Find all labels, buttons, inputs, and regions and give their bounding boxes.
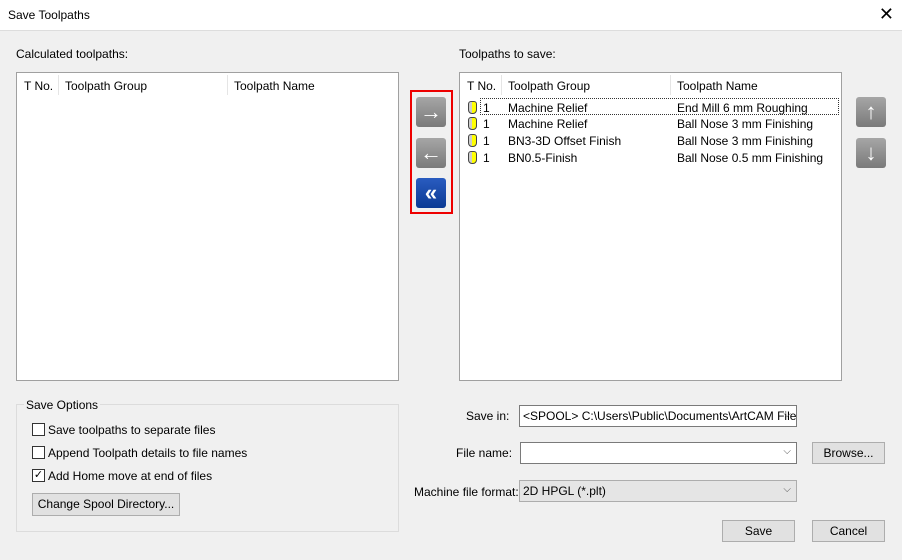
remove-arrow-icon[interactable]: ← xyxy=(416,138,446,168)
table-row[interactable]: 1 Machine Relief Ball Nose 3 mm Finishin… xyxy=(460,115,841,132)
list-header: T No. Toolpath Group Toolpath Name xyxy=(17,73,398,97)
append-details-checkbox[interactable] xyxy=(32,446,45,459)
separate-files-label[interactable]: Save toolpaths to separate files xyxy=(48,423,215,437)
remove-all-icon[interactable]: « xyxy=(416,178,446,208)
save-options-title: Save Options xyxy=(24,398,101,412)
cancel-button[interactable]: Cancel xyxy=(812,520,885,542)
col-group[interactable]: Toolpath Group xyxy=(65,79,147,93)
move-up-icon[interactable]: ↑ xyxy=(856,97,886,127)
separate-files-checkbox[interactable] xyxy=(32,423,45,436)
tool-icon xyxy=(468,117,477,130)
table-row[interactable]: 1 BN0.5-Finish Ball Nose 0.5 mm Finishin… xyxy=(460,149,841,166)
window-title: Save Toolpaths xyxy=(8,8,90,22)
save-in-dropdown[interactable]: <SPOOL> C:\Users\Public\Documents\ArtCAM… xyxy=(519,405,797,427)
col-group[interactable]: Toolpath Group xyxy=(508,79,590,93)
format-dropdown[interactable]: 2D HPGL (*.plt) ⌵ xyxy=(519,480,797,502)
home-move-checkbox[interactable]: ✓ xyxy=(32,469,45,482)
col-name[interactable]: Toolpath Name xyxy=(234,79,315,93)
save-in-value: <SPOOL> C:\Users\Public\Documents\ArtCAM… xyxy=(523,409,797,423)
move-down-icon[interactable]: ↓ xyxy=(856,138,886,168)
close-icon[interactable]: ✕ xyxy=(879,4,894,25)
home-move-label[interactable]: Add Home move at end of files xyxy=(48,469,212,483)
calculated-label: Calculated toolpaths: xyxy=(16,47,129,61)
chevron-down-icon: ⌵ xyxy=(783,446,791,457)
format-value: 2D HPGL (*.plt) xyxy=(523,484,606,498)
toolpaths-to-save-list[interactable]: T No. Toolpath Group Toolpath Name 1 Mac… xyxy=(459,72,842,381)
to-save-label: Toolpaths to save: xyxy=(459,47,556,61)
tool-icon xyxy=(468,134,477,147)
chevron-down-icon: ⌵ xyxy=(783,409,791,420)
col-name[interactable]: Toolpath Name xyxy=(677,79,758,93)
col-tno[interactable]: T No. xyxy=(24,79,53,93)
title-bar: Save Toolpaths ✕ xyxy=(0,0,902,31)
chevron-down-icon: ⌵ xyxy=(783,484,791,495)
calculated-toolpaths-list[interactable]: T No. Toolpath Group Toolpath Name xyxy=(16,72,399,381)
append-details-label[interactable]: Append Toolpath details to file names xyxy=(48,446,247,460)
format-label: Machine file format: xyxy=(414,485,519,499)
save-button[interactable]: Save xyxy=(722,520,795,542)
list-header: T No. Toolpath Group Toolpath Name xyxy=(460,73,841,97)
browse-button[interactable]: Browse... xyxy=(812,442,885,464)
tool-icon xyxy=(468,101,477,114)
table-row[interactable]: 1 BN3-3D Offset Finish Ball Nose 3 mm Fi… xyxy=(460,132,841,149)
save-in-label: Save in: xyxy=(466,409,510,423)
file-name-label: File name: xyxy=(456,446,513,460)
tool-icon xyxy=(468,151,477,164)
file-name-input[interactable]: ⌵ xyxy=(520,442,797,464)
col-tno[interactable]: T No. xyxy=(467,79,496,93)
table-row[interactable]: 1 Machine Relief End Mill 6 mm Roughing xyxy=(468,98,839,115)
add-arrow-icon[interactable]: → xyxy=(416,97,446,127)
change-spool-directory-button[interactable]: Change Spool Directory... xyxy=(32,493,180,516)
